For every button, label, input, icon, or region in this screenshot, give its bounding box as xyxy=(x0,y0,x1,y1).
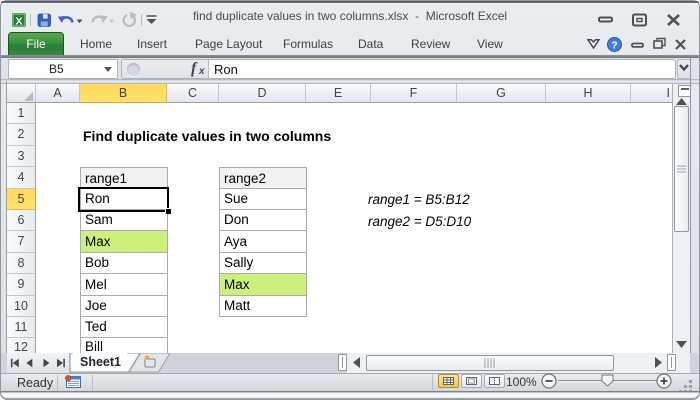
svg-text:?: ? xyxy=(611,40,617,52)
